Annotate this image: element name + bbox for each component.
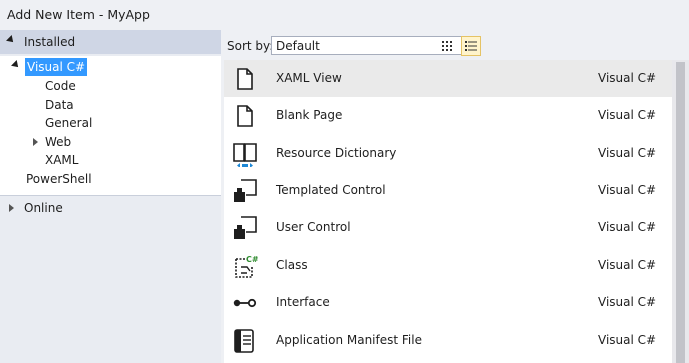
collapsed-triangle-icon: [9, 204, 14, 212]
document-icon: [237, 105, 253, 127]
category-tree: Visual C# Code Data General Web XAML Pow…: [0, 56, 221, 196]
tree-item-general[interactable]: General: [45, 114, 92, 132]
online-section-header[interactable]: Online: [0, 196, 221, 220]
book-icon: [233, 143, 257, 167]
template-language: Visual C#: [598, 183, 657, 197]
template-item-class[interactable]: C# Class Visual C#: [224, 247, 672, 284]
document-icon: [237, 68, 253, 90]
template-language: Visual C#: [598, 71, 657, 85]
template-list-scrollbar[interactable]: [672, 60, 689, 363]
class-icon: C#: [235, 255, 258, 278]
small-icons-view-button[interactable]: [437, 36, 457, 56]
template-name: XAML View: [276, 71, 342, 85]
template-item-templated-control[interactable]: Templated Control Visual C#: [224, 172, 672, 209]
template-language: Visual C#: [598, 295, 657, 309]
web-collapsed-icon[interactable]: [33, 138, 38, 146]
template-language: Visual C#: [598, 108, 657, 122]
template-language: Visual C#: [598, 258, 657, 272]
tree-item-visual-csharp[interactable]: Visual C#: [25, 58, 88, 76]
tree-item-xaml[interactable]: XAML: [45, 151, 78, 169]
template-name: Interface: [276, 295, 330, 309]
details-view-button[interactable]: [461, 36, 481, 56]
template-name: Application Manifest File: [276, 333, 422, 347]
template-language: Visual C#: [598, 220, 657, 234]
visual-csharp-expanded-icon[interactable]: [11, 60, 21, 70]
tree-item-code[interactable]: Code: [45, 77, 76, 95]
installed-section-header[interactable]: Installed: [0, 30, 221, 54]
template-item-blank-page[interactable]: Blank Page Visual C#: [224, 97, 672, 134]
control-icon: [234, 179, 257, 202]
template-item-interface[interactable]: Interface Visual C#: [224, 284, 672, 321]
template-name: Class: [276, 258, 308, 272]
sort-by-label: Sort by:: [227, 39, 274, 53]
template-item-application-manifest-file[interactable]: Application Manifest File Visual C#: [224, 322, 672, 359]
expanded-triangle-icon: [6, 35, 16, 45]
template-name: Blank Page: [276, 108, 343, 122]
template-list: XAML View Visual C# Blank Page Visual C#…: [224, 60, 672, 363]
tree-item-data[interactable]: Data: [45, 96, 74, 114]
csharp-badge: C#: [246, 255, 258, 264]
template-item-xaml-view[interactable]: XAML View Visual C#: [224, 60, 672, 97]
template-name: Templated Control: [276, 183, 386, 197]
installed-label: Installed: [24, 35, 76, 49]
sort-toolbar: Sort by: Default: [221, 30, 689, 60]
scrollbar-thumb[interactable]: [676, 62, 685, 363]
manifest-icon: [234, 329, 254, 353]
tree-item-web[interactable]: Web: [45, 133, 71, 151]
template-name: User Control: [276, 220, 351, 234]
sort-by-value: Default: [276, 39, 320, 53]
template-item-user-control[interactable]: User Control Visual C#: [224, 209, 672, 246]
template-name: Resource Dictionary: [276, 146, 397, 160]
window-title: Add New Item - MyApp: [0, 0, 689, 30]
template-language: Visual C#: [598, 146, 657, 160]
interface-icon: [233, 298, 257, 308]
details-view-icon: [465, 41, 477, 51]
control-icon: [234, 216, 257, 239]
online-label: Online: [24, 201, 63, 215]
template-language: Visual C#: [598, 333, 657, 347]
small-icons-view-icon: [442, 41, 452, 51]
template-item-resource-dictionary[interactable]: Resource Dictionary Visual C#: [224, 135, 672, 172]
template-category-pane: Installed Visual C# Code Data General We…: [0, 30, 221, 363]
tree-item-powershell[interactable]: PowerShell: [26, 170, 92, 188]
